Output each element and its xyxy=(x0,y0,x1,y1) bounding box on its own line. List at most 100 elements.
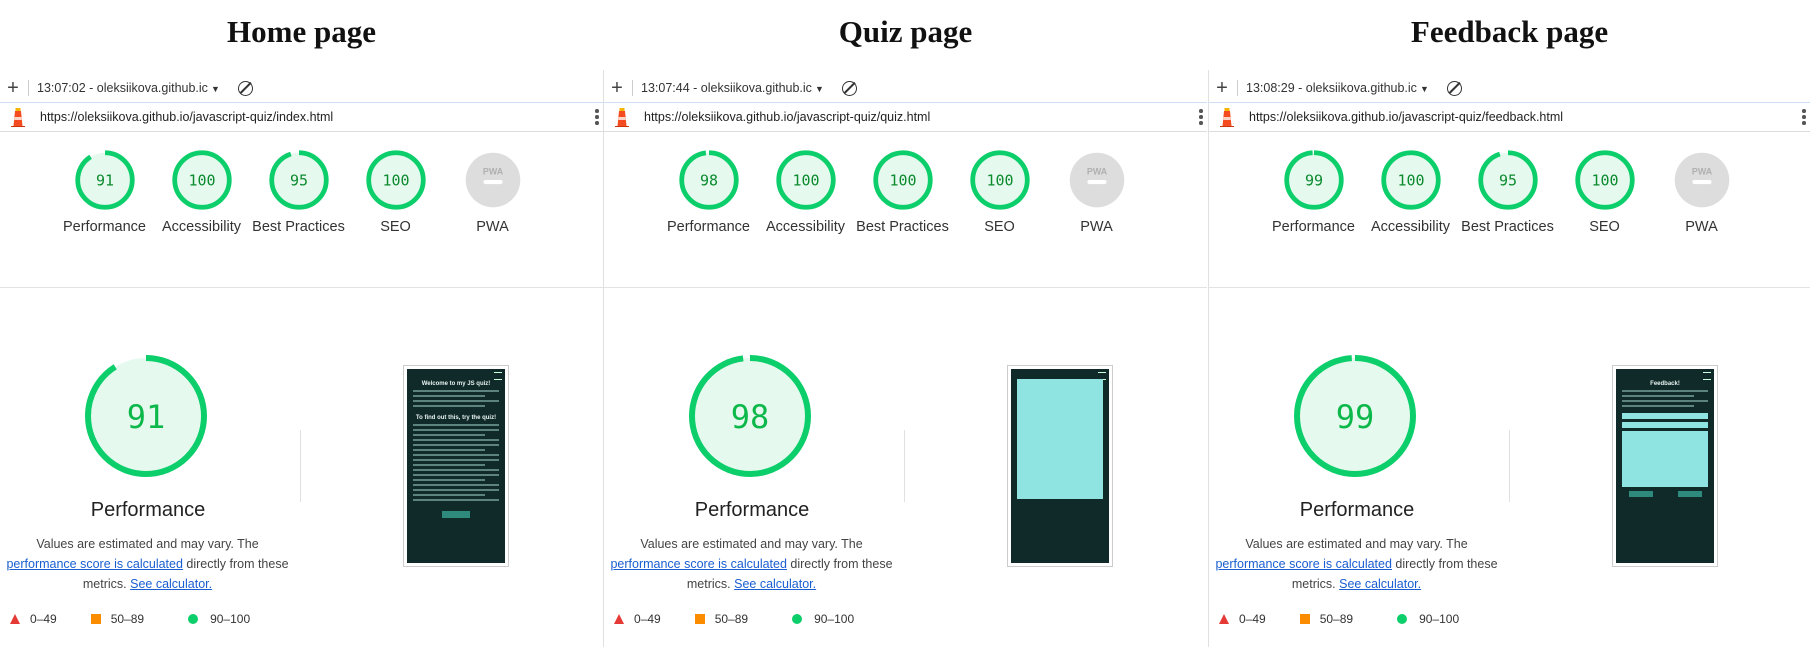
gauge-accessibility[interactable]: 100 Accessibility xyxy=(153,150,250,237)
new-report-button[interactable]: + xyxy=(0,77,26,100)
score-calculation-link[interactable]: performance score is calculated xyxy=(1215,557,1391,571)
legend-pass: 90–100 xyxy=(772,612,854,626)
performance-gauge-large[interactable]: 91 xyxy=(82,352,210,480)
gauge-label: Performance xyxy=(62,219,146,235)
audited-url[interactable]: https://oleksiikova.github.io/javascript… xyxy=(1249,110,1563,124)
clear-icon[interactable] xyxy=(841,80,857,96)
gauge-score: 100 xyxy=(889,171,916,189)
gauge-ring: 100 xyxy=(775,150,836,210)
gauge-ring: 100 xyxy=(969,150,1030,210)
more-options-icon[interactable] xyxy=(595,109,599,127)
gauge-score: 100 xyxy=(382,171,409,189)
score-legend: 0–49 50–89 90–100 xyxy=(614,612,878,626)
score-legend: 0–49 50–89 90–100 xyxy=(1219,612,1483,626)
circle-icon xyxy=(1397,614,1408,624)
performance-heading: Performance xyxy=(1299,499,1415,521)
performance-gauge-large[interactable]: 98 xyxy=(686,352,814,480)
page-screenshot-thumbnail[interactable]: Welcome to my JS quiz! To find out this, … xyxy=(403,365,509,567)
gauge-score: 100 xyxy=(188,171,215,189)
panel-title: Quiz page xyxy=(838,14,973,49)
performance-score-large: 99 xyxy=(1336,398,1375,436)
section-divider xyxy=(0,287,603,288)
see-calculator-link[interactable]: See calculator. xyxy=(734,577,816,591)
gauge-score: 91 xyxy=(95,171,113,189)
gauge-label: Accessibility xyxy=(766,219,845,235)
new-report-button[interactable]: + xyxy=(1209,77,1235,100)
gauge-accessibility[interactable]: 100 Accessibility xyxy=(757,150,854,237)
performance-description: Values are estimated and may vary. The p… xyxy=(6,534,289,594)
gauge-ring: 100 xyxy=(1574,150,1635,210)
thumbnail-heading: Welcome to my JS quiz! xyxy=(421,381,491,387)
legend-average-label: 50–89 xyxy=(1319,612,1354,626)
legend-average: 50–89 xyxy=(1290,612,1353,626)
performance-gauge-large[interactable]: 99 xyxy=(1291,352,1419,480)
triangle-icon xyxy=(1219,614,1229,624)
gauge-performance[interactable]: 99 Performance xyxy=(1265,150,1362,237)
pwa-badge-text: PWA xyxy=(1086,167,1107,177)
triangle-icon xyxy=(10,614,20,624)
pwa-badge-icon: PWA xyxy=(465,152,520,208)
gauge-ring: 99 xyxy=(1283,150,1344,210)
url-bar: https://oleksiikova.github.io/javascript… xyxy=(604,103,1207,132)
gauge-pwa[interactable]: PWA PWA xyxy=(1653,150,1750,237)
legend-pass: 90–100 xyxy=(1377,612,1459,626)
gauge-label: PWA xyxy=(1080,219,1113,235)
square-icon xyxy=(1299,614,1310,624)
more-options-icon[interactable] xyxy=(1199,109,1203,127)
lighthouse-icon xyxy=(1220,108,1234,127)
gauge-seo[interactable]: 100 SEO xyxy=(347,150,444,237)
gauge-best-practices[interactable]: 95 Best Practices xyxy=(250,150,347,237)
pwa-badge-icon: PWA xyxy=(1674,152,1729,208)
performance-heading: Performance xyxy=(694,499,810,521)
report-selector[interactable]: 13:07:02 - oleksiikova.github.ic ▼ xyxy=(37,81,220,95)
toolbar-separator xyxy=(28,80,29,96)
legend-average-label: 50–89 xyxy=(714,612,749,626)
gauge-score: 99 xyxy=(1304,171,1322,189)
gauge-pwa[interactable]: PWA PWA xyxy=(1048,150,1145,237)
gauge-label: PWA xyxy=(476,219,509,235)
see-calculator-link[interactable]: See calculator. xyxy=(1339,577,1421,591)
score-calculation-link[interactable]: performance score is calculated xyxy=(6,557,182,571)
audited-url[interactable]: https://oleksiikova.github.io/javascript… xyxy=(644,110,930,124)
report-selector[interactable]: 13:08:29 - oleksiikova.github.ic ▼ xyxy=(1246,81,1429,95)
toolbar-separator xyxy=(632,80,633,96)
panel-separator xyxy=(1208,70,1209,647)
pwa-badge-icon: PWA xyxy=(1069,152,1124,208)
gauge-best-practices[interactable]: 100 Best Practices xyxy=(854,150,951,237)
gauge-seo[interactable]: 100 SEO xyxy=(1556,150,1653,237)
more-options-icon[interactable] xyxy=(1802,109,1806,127)
report-toolbar: + 13:07:02 - oleksiikova.github.ic ▼ xyxy=(0,74,603,103)
gauge-label: Accessibility xyxy=(162,219,241,235)
gauge-ring: 100 xyxy=(171,150,232,210)
gauge-best-practices[interactable]: 95 Best Practices xyxy=(1459,150,1556,237)
legend-fail: 0–49 xyxy=(1219,612,1266,626)
report-timestamp: 13:07:44 - oleksiikova.github.ic xyxy=(641,81,812,95)
report-selector[interactable]: 13:07:44 - oleksiikova.github.ic ▼ xyxy=(641,81,824,95)
score-calculation-link[interactable]: performance score is calculated xyxy=(610,557,786,571)
legend-pass-label: 90–100 xyxy=(210,612,251,626)
url-bar: https://oleksiikova.github.io/javascript… xyxy=(1209,103,1810,132)
section-divider xyxy=(604,287,1207,288)
gauge-label: Best Practices xyxy=(1461,219,1554,235)
gauge-performance[interactable]: 91 Performance xyxy=(56,150,153,237)
performance-score-large: 91 xyxy=(127,398,166,436)
report-panel-0: Home page + 13:07:02 - oleksiikova.githu… xyxy=(0,0,603,647)
report-toolbar: + 13:08:29 - oleksiikova.github.ic ▼ xyxy=(1209,74,1810,103)
gauge-label: PWA xyxy=(1685,219,1718,235)
clear-icon[interactable] xyxy=(1446,80,1462,96)
gauge-pwa[interactable]: PWA PWA xyxy=(444,150,541,237)
category-gauges: 98 Performance 100 Accessibility 100 Best Pra… xyxy=(660,150,1145,237)
page-screenshot-thumbnail[interactable]: Feedback! xyxy=(1612,365,1718,567)
gauge-seo[interactable]: 100 SEO xyxy=(951,150,1048,237)
clear-icon[interactable] xyxy=(237,80,253,96)
thumbnail-subheading: To find out this, try the quiz! xyxy=(415,415,497,421)
gauge-performance[interactable]: 98 Performance xyxy=(660,150,757,237)
gauge-score: 98 xyxy=(699,171,717,189)
gauge-accessibility[interactable]: 100 Accessibility xyxy=(1362,150,1459,237)
legend-fail-label: 0–49 xyxy=(30,612,57,626)
gauge-ring: 100 xyxy=(872,150,933,210)
audited-url[interactable]: https://oleksiikova.github.io/javascript… xyxy=(40,110,333,124)
see-calculator-link[interactable]: See calculator. xyxy=(130,577,212,591)
new-report-button[interactable]: + xyxy=(604,77,630,100)
page-screenshot-thumbnail[interactable] xyxy=(1007,365,1113,567)
